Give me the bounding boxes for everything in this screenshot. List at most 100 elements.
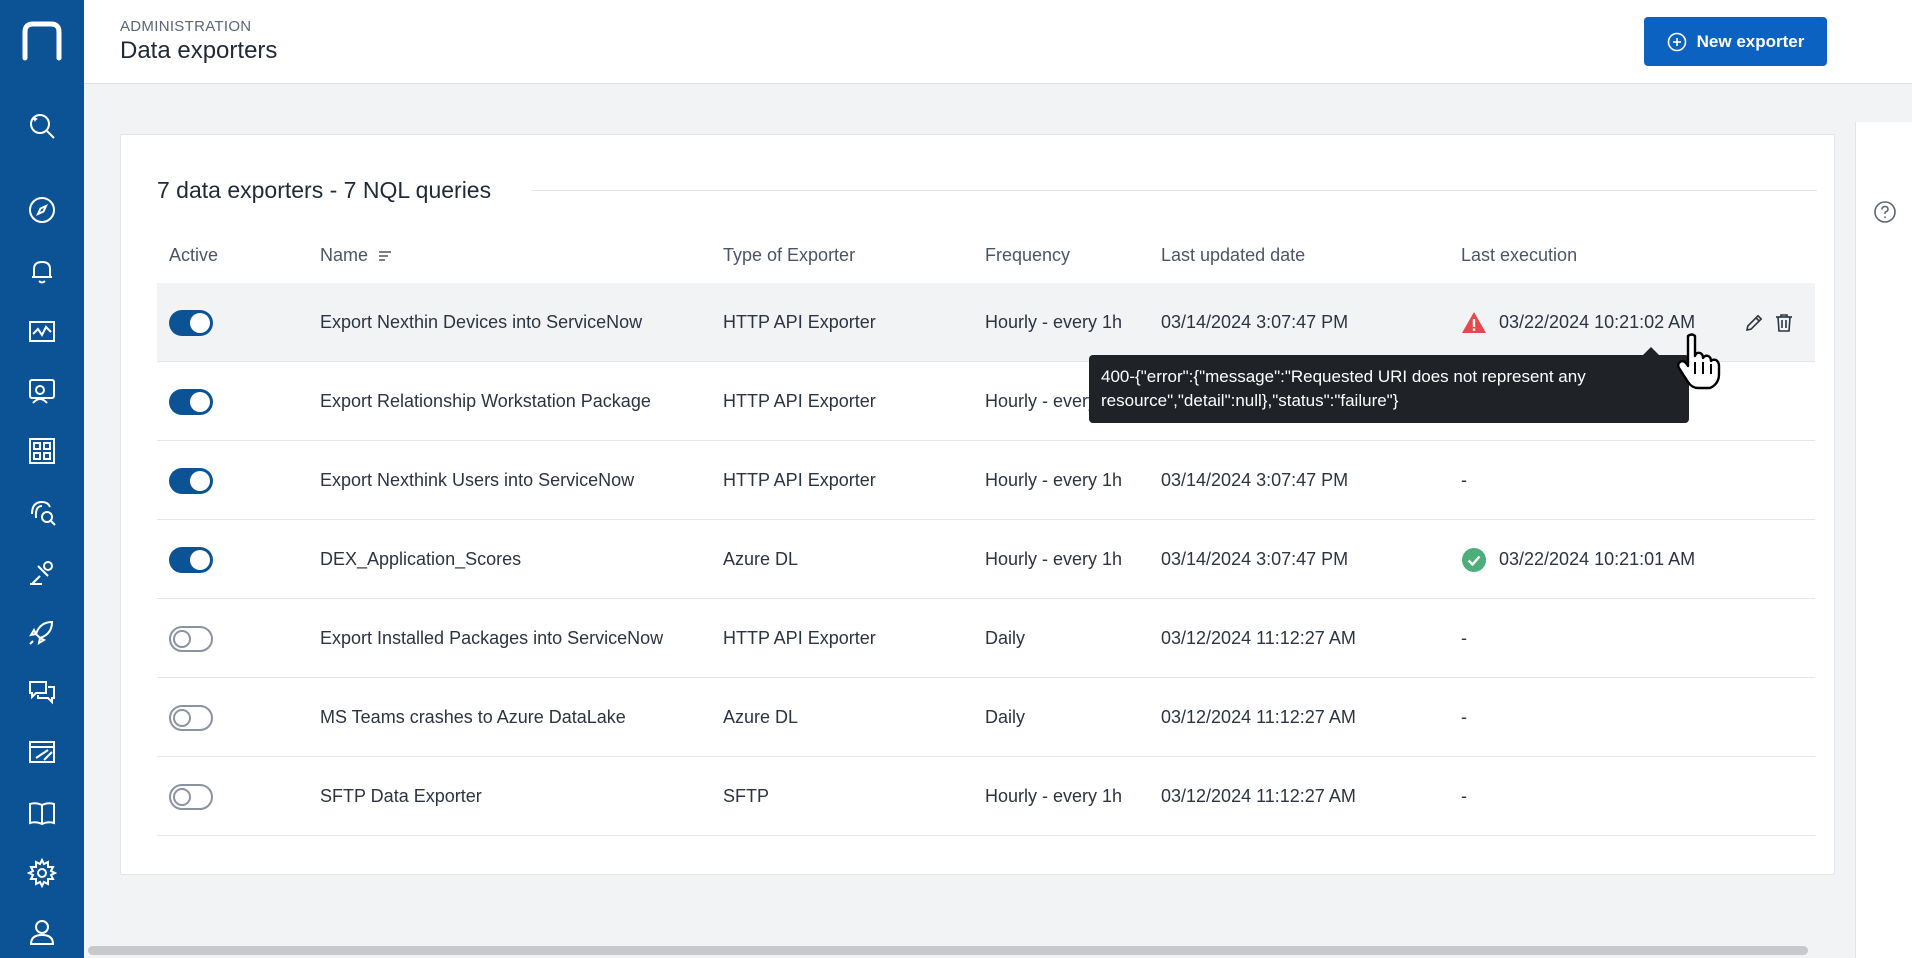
exporter-updated: 03/12/2024 11:12:27 AM [1161, 628, 1356, 648]
col-active: Active [169, 245, 219, 265]
exporter-type: SFTP [723, 786, 770, 806]
table-row[interactable]: DEX_Application_Scores Azure DL Hourly -… [157, 520, 1815, 599]
active-toggle[interactable] [169, 783, 213, 810]
active-toggle[interactable] [169, 467, 213, 494]
exporter-name[interactable]: Export Nexthin Devices into ServiceNow [320, 283, 642, 362]
new-exporter-button[interactable]: New exporter [1644, 17, 1827, 66]
active-toggle[interactable] [169, 309, 213, 336]
pencil-icon[interactable] [1743, 312, 1765, 334]
table-row[interactable]: MS Teams crashes to Azure DataLake Azure… [157, 678, 1815, 757]
book-icon [29, 802, 55, 826]
nav-dashboards[interactable] [0, 425, 84, 477]
exporter-type: HTTP API Exporter [723, 391, 876, 411]
nav-search-ai[interactable] [0, 100, 84, 152]
exporter-execution: 03/22/2024 10:21:02 AM [1461, 283, 1695, 362]
chart-icon [29, 321, 55, 342]
sidebar [0, 0, 84, 958]
row-actions [1743, 283, 1795, 362]
compass-icon [29, 197, 55, 223]
exporter-name[interactable]: SFTP Data Exporter [320, 757, 482, 836]
sort-icon[interactable] [378, 249, 392, 263]
tooltip-line-2: resource","detail":null},"status":"failu… [1101, 391, 1399, 410]
nav-remote-actions[interactable] [0, 546, 84, 598]
nav-engage[interactable] [0, 666, 84, 718]
exporter-frequency: Hourly - every 1h [985, 786, 1123, 806]
exporter-type: Azure DL [723, 707, 799, 727]
exporter-frequency: Daily [985, 628, 1026, 648]
exporter-execution: - [1461, 628, 1467, 648]
active-toggle[interactable] [169, 625, 213, 652]
nav-design[interactable] [0, 726, 84, 778]
exporter-frequency: Daily [985, 707, 1026, 727]
exporter-name[interactable]: Export Relationship Workstation Package [320, 362, 651, 441]
trash-icon[interactable] [1773, 312, 1795, 334]
divider [531, 190, 1817, 191]
dashboard-icon [29, 438, 55, 464]
nav-campaigns[interactable] [0, 606, 84, 658]
rocket-icon [28, 620, 54, 646]
exporter-type: HTTP API Exporter [723, 470, 876, 490]
people-icon [29, 379, 55, 404]
exporter-execution: - [1461, 470, 1467, 490]
chat-icon [29, 681, 55, 705]
table-row[interactable]: Export Nexthink Users into ServiceNow HT… [157, 441, 1815, 520]
exporter-execution: - [1461, 707, 1467, 727]
exporter-updated: 03/12/2024 11:12:27 AM [1161, 707, 1356, 727]
active-toggle[interactable] [169, 546, 213, 573]
right-panel [1855, 122, 1912, 958]
col-frequency: Frequency [985, 245, 1071, 265]
exporter-frequency: Hourly - every 1h [985, 470, 1123, 490]
exporters-card: 7 data exporters - 7 NQL queries Active … [120, 134, 1835, 875]
exporter-name[interactable]: MS Teams crashes to Azure DataLake [320, 678, 626, 757]
col-type: Type of Exporter [723, 245, 856, 265]
nav-profile[interactable] [0, 906, 84, 958]
plus-circle-icon [1667, 32, 1686, 51]
horizontal-scrollbar[interactable] [88, 946, 1808, 955]
nav-settings[interactable] [0, 847, 84, 899]
exporters-table: Active Name Type of Exporter Frequency L… [157, 231, 1815, 836]
breadcrumb[interactable]: ADMINISTRATION [120, 18, 251, 35]
active-toggle[interactable] [169, 388, 213, 415]
search-ai-icon [30, 114, 55, 139]
nav-analytics[interactable] [0, 305, 84, 357]
gear-icon [26, 857, 58, 889]
col-name[interactable]: Name [320, 245, 392, 266]
exporter-name[interactable]: DEX_Application_Scores [320, 520, 521, 599]
nav-alerts[interactable] [0, 245, 84, 297]
active-toggle[interactable] [169, 704, 213, 731]
error-icon[interactable] [1461, 310, 1487, 336]
page-header: ADMINISTRATION Data exporters New export… [84, 0, 1912, 84]
card-heading: 7 data exporters - 7 NQL queries [157, 177, 1817, 204]
exporter-updated: 03/14/2024 3:07:47 PM [1161, 312, 1349, 332]
exporter-type: HTTP API Exporter [723, 312, 876, 332]
logo-icon[interactable] [21, 20, 63, 62]
new-exporter-label: New exporter [1696, 31, 1805, 51]
table-row[interactable]: SFTP Data Exporter SFTP Hourly - every 1… [157, 757, 1815, 836]
fingerprint-search-icon [31, 500, 56, 526]
tooltip-line-1: 400-{"error":{"message":"Requested URI d… [1101, 367, 1586, 386]
bell-icon [32, 260, 52, 284]
nav-investigations[interactable] [0, 486, 84, 538]
design-icon [29, 741, 55, 763]
exporter-frequency: Hourly - every 1h [985, 549, 1123, 569]
execution-date: 03/22/2024 10:21:02 AM [1499, 312, 1696, 332]
col-last-execution: Last execution [1461, 245, 1578, 265]
table-row[interactable]: Export Nexthin Devices into ServiceNow H… [157, 283, 1815, 362]
exporters-count-title: 7 data exporters - 7 NQL queries [157, 177, 492, 203]
execution-date: 03/22/2024 10:21:01 AM [1499, 549, 1696, 569]
nav-explore[interactable] [0, 184, 84, 236]
exporter-name[interactable]: Export Installed Packages into ServiceNo… [320, 599, 663, 678]
success-icon [1461, 547, 1487, 573]
nav-people[interactable] [0, 365, 84, 417]
help-icon[interactable] [1873, 200, 1897, 224]
exporter-updated: 03/12/2024 11:12:27 AM [1161, 786, 1356, 806]
nav-library[interactable] [0, 787, 84, 839]
table-row[interactable]: Export Installed Packages into ServiceNo… [157, 599, 1815, 678]
col-last-updated: Last updated date [1161, 245, 1306, 265]
user-icon [29, 920, 55, 945]
error-tooltip: 400-{"error":{"message":"Requested URI d… [1089, 347, 1689, 423]
exporter-frequency: Hourly - every 1h [985, 312, 1123, 332]
exporter-updated: 03/14/2024 3:07:47 PM [1161, 549, 1349, 569]
exporter-name[interactable]: Export Nexthink Users into ServiceNow [320, 441, 634, 520]
exporter-execution: - [1461, 786, 1467, 806]
